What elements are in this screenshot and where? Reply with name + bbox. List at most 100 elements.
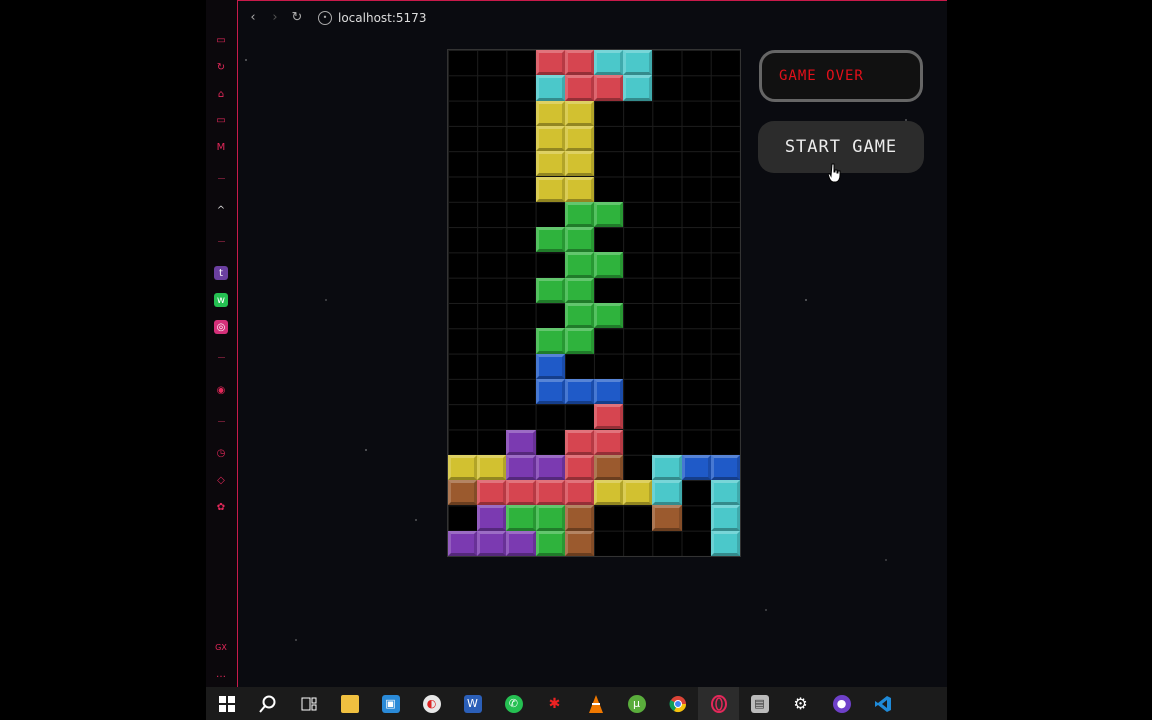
tetris-block [506, 480, 536, 506]
tetris-block [448, 454, 478, 481]
tetris-block [535, 176, 565, 202]
monitor-icon[interactable]: ▭ [214, 113, 228, 127]
globe-icon: • [318, 10, 332, 25]
tetris-block [564, 303, 594, 329]
address-bar: ‹ › ↻ • localhost:5173 [238, 0, 947, 34]
task-view-icon[interactable] [288, 687, 329, 720]
tetris-block [623, 75, 653, 101]
separator [218, 178, 225, 179]
url-text[interactable]: localhost:5173 [338, 11, 426, 25]
tetris-block [477, 505, 507, 531]
tetris-block [535, 277, 565, 303]
tetris-block [448, 530, 478, 556]
tetris-block [535, 328, 565, 354]
tetris-block [477, 454, 507, 481]
tetris-board[interactable] [447, 49, 741, 557]
tetris-block [506, 454, 536, 481]
separator [218, 241, 225, 242]
windows-start-icon[interactable] [206, 687, 247, 720]
tetris-block [623, 50, 653, 76]
tetris-block [535, 530, 565, 556]
tetris-block [564, 100, 594, 126]
tetris-block [506, 530, 536, 556]
separator [218, 421, 225, 422]
tetris-block [594, 50, 624, 76]
tetris-block [564, 530, 594, 556]
tetris-block [564, 252, 594, 278]
tetris-block [535, 75, 565, 101]
tetris-block [564, 201, 594, 228]
taskbar: ▣ ◐ W ✆ ✱ µ ▤ ⚙ ● [206, 687, 947, 720]
tetris-block [564, 176, 594, 202]
forward-icon[interactable]: › [264, 7, 286, 29]
play-icon[interactable]: ◉ [214, 383, 228, 397]
tetris-block [594, 404, 624, 430]
store-icon[interactable]: ▣ [370, 687, 411, 720]
tetris-block [710, 480, 740, 506]
tetris-block [594, 429, 624, 455]
tetris-block [652, 454, 682, 481]
tetris-block [564, 378, 594, 405]
settings-icon[interactable]: ⚙ [780, 687, 821, 720]
word-icon[interactable]: W [452, 687, 493, 720]
tetris-block [564, 454, 594, 481]
back-icon[interactable]: ‹ [242, 7, 264, 29]
server-icon[interactable]: ▤ [739, 687, 780, 720]
screen: ▭ ↻ ⌂ ▭ M ^ t w ◎ ◉ ◷ ◇ ✿ GX … ‹ › ↻ • l… [206, 0, 947, 720]
opera-gx-icon[interactable] [698, 687, 739, 720]
tetris-block [535, 125, 565, 152]
gx-icon[interactable]: GX [214, 640, 228, 654]
vscode-icon[interactable] [862, 687, 903, 720]
tetris-block [535, 50, 565, 76]
paint-icon[interactable]: ◐ [411, 687, 452, 720]
tetris-block [564, 50, 594, 76]
hand-cursor-icon [828, 163, 841, 183]
tetris-block [710, 454, 740, 481]
vlc-icon[interactable] [575, 687, 616, 720]
tetris-block [623, 480, 653, 506]
tetris-block [710, 530, 740, 556]
browser-sidebar: ▭ ↻ ⌂ ▭ M ^ t w ◎ ◉ ◷ ◇ ✿ GX … [206, 0, 238, 687]
settings-icon[interactable]: ✿ [214, 500, 228, 514]
tetris-block [710, 505, 740, 531]
clock-icon[interactable]: ◷ [214, 446, 228, 460]
whatsapp-icon[interactable]: ✆ [493, 687, 534, 720]
tetris-block [535, 100, 565, 126]
tetris-block [564, 277, 594, 303]
tetris-block [506, 429, 536, 455]
twitch-icon[interactable]: t [214, 266, 228, 280]
github-icon[interactable]: ● [821, 687, 862, 720]
arrow-up-icon[interactable]: ^ [214, 203, 228, 217]
tetris-block [594, 201, 624, 228]
instagram-icon[interactable]: ◎ [214, 320, 228, 334]
game-status-text: GAME OVER [779, 68, 864, 84]
spider-icon[interactable]: ✱ [534, 687, 575, 720]
separator [218, 357, 225, 358]
bot-icon[interactable]: ⌂ [214, 87, 228, 101]
tetris-block [535, 378, 565, 405]
reload-icon[interactable]: ↻ [286, 7, 308, 29]
tetris-block [652, 480, 682, 506]
tetris-block [594, 480, 624, 506]
tetris-block [506, 505, 536, 531]
tetris-block [564, 125, 594, 152]
tetris-block [564, 75, 594, 101]
whatsapp-icon[interactable]: w [214, 293, 228, 307]
tetris-block [594, 378, 624, 405]
utorrent-icon[interactable]: µ [616, 687, 657, 720]
tetris-block [564, 151, 594, 177]
file-explorer-icon[interactable] [329, 687, 370, 720]
tetris-block [564, 227, 594, 253]
tetris-block [477, 480, 507, 506]
chrome-icon[interactable] [657, 687, 698, 720]
search-icon[interactable] [247, 687, 288, 720]
more-icon[interactable]: … [214, 667, 228, 681]
games-icon[interactable]: ▭ [214, 33, 228, 47]
cube-icon[interactable]: ◇ [214, 473, 228, 487]
refresh-icon[interactable]: ↻ [214, 60, 228, 74]
tetris-block [594, 75, 624, 101]
start-game-label: START GAME [784, 137, 898, 157]
tetris-block [535, 227, 565, 253]
mail-icon[interactable]: M [214, 140, 228, 154]
tetris-block [535, 505, 565, 531]
